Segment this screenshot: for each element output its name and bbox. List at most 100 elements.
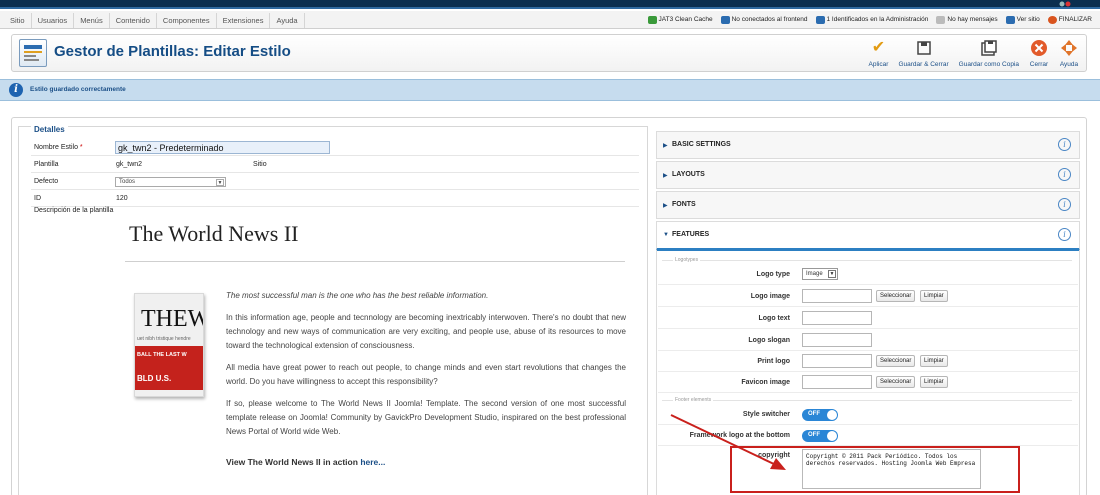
broom-icon [647,15,657,24]
check-icon: ✔ [871,39,886,56]
caret-right-icon: ▶ [663,203,668,209]
close-icon [1029,38,1049,58]
admin-menubar: Sitio Usuarios Menús Contenido Component… [0,11,1100,29]
details-legend: Detalles [31,125,68,134]
help-button[interactable]: Ayuda [1054,38,1084,68]
article-paragraph-1: The most successful man is the one who h… [226,291,489,300]
logo-text-row: Logo text [658,308,1078,329]
info-icon[interactable]: i [1058,198,1071,211]
menu-menus[interactable]: Menús [74,13,110,28]
default-label: Defecto [34,178,59,185]
panel-features[interactable]: ▼ FEATURES i [656,221,1080,251]
group-footer-label: Footer elements [673,397,714,403]
message-text: Estilo guardado correctamente [30,86,126,93]
default-select[interactable]: Todos ▼ [115,177,226,187]
menu-contenido[interactable]: Contenido [110,13,157,28]
logo-image-clear-button[interactable]: Limpiar [920,290,948,302]
status-admin-users: 1 Identificados en la Administración [815,14,928,25]
status-frontend-users: No conectados al frontend [720,14,808,25]
template-row: Plantilla gk_twn2 [31,157,639,173]
template-client: Sitio [253,161,267,168]
article-paragraph-4: If so, please welcome to The World News … [226,399,626,436]
style-switcher-toggle[interactable]: OFF [802,409,838,421]
status-bar: JAT3 Clean Cache No conectados al fronte… [647,14,1092,25]
panel-fonts[interactable]: ▶ FONTS i [656,191,1080,219]
template-manager-icon [19,39,47,67]
chevron-down-icon: ▼ [828,270,836,278]
style-name-label: Nombre Estilo * [34,144,83,151]
info-icon[interactable]: i [1058,168,1071,181]
page-title: Gestor de Plantillas: Editar Estilo [54,43,291,60]
print-logo-input[interactable] [802,354,872,368]
logo-type-select[interactable]: Image ▼ [802,268,838,280]
template-value: gk_twn2 [116,161,143,168]
id-label: ID [34,195,41,202]
logo-text-input[interactable] [802,311,872,325]
logo-image-select-button[interactable]: Seleccionar [876,290,916,302]
logo-image-input[interactable] [802,289,872,303]
menu-ayuda[interactable]: Ayuda [270,13,305,28]
panel-layouts[interactable]: ▶ LAYOUTS i [656,161,1080,189]
logo-slogan-row: Logo slogan [658,330,1078,351]
save-copy-button[interactable]: Guardar como Copia [954,38,1024,68]
logo-image-row: Logo image Seleccionar Limpiar [658,286,1078,307]
highlight-box [730,446,1020,493]
menu-sitio[interactable]: Sitio [4,13,32,28]
main-menu: Sitio Usuarios Menús Contenido Component… [4,13,305,28]
id-row: ID 120 [31,191,639,207]
status-view-site[interactable]: Ver sitio [1005,14,1040,25]
save-copy-icon [979,38,999,58]
template-thumbnail: THEW uet nibh tristique hendre BALL THE … [134,293,204,397]
power-icon [1047,15,1057,24]
save-close-icon [914,38,934,58]
close-button[interactable]: Cerrar [1024,38,1054,68]
favicon-clear-button[interactable]: Limpiar [920,376,948,388]
apply-button[interactable]: ✔ Aplicar [863,38,893,68]
info-icon[interactable]: i [1058,228,1071,241]
group-logotypes-label: Logotypes [673,257,701,263]
page-toolbar: Gestor de Plantillas: Editar Estilo ✔ Ap… [11,34,1087,72]
id-value: 120 [116,195,128,202]
view-in-action: View The World News II in action here... [226,457,386,467]
article-divider [125,261,625,262]
menu-componentes[interactable]: Componentes [157,13,217,28]
status-clean-cache[interactable]: JAT3 Clean Cache [647,14,713,25]
caret-down-icon: ▼ [663,232,669,238]
logo-slogan-input[interactable] [802,333,872,347]
status-dots-icon [1059,1,1071,7]
system-message: i Estilo guardado correctamente [0,79,1100,101]
info-icon: i [9,83,23,97]
users-icon [815,15,825,24]
panel-basic-settings[interactable]: ▶ BASIC SETTINGS i [656,131,1080,159]
logo-type-row: Logo type Image ▼ [658,264,1078,285]
article-title: The World News II [129,221,299,246]
menu-usuarios[interactable]: Usuarios [32,13,75,28]
info-icon[interactable]: i [1058,138,1071,151]
favicon-row: Favicon image Seleccionar Limpiar [658,372,1078,393]
framework-logo-toggle[interactable]: OFF [802,430,838,442]
print-logo-select-button[interactable]: Seleccionar [876,355,916,367]
framework-logo-row: Framework logo at the bottom OFF [658,425,1078,446]
print-logo-clear-button[interactable]: Limpiar [920,355,948,367]
status-logout[interactable]: FINALIZAR [1047,14,1092,25]
print-logo-row: Print logo Seleccionar Limpiar [658,351,1078,372]
template-label: Plantilla [34,161,59,168]
mail-icon [936,15,946,24]
help-arrows-icon [1059,38,1079,58]
chevron-down-icon: ▼ [216,179,224,186]
article-paragraph-3: All media have great power to reach out … [226,363,626,386]
menu-extensiones[interactable]: Extensiones [217,13,271,28]
style-name-input[interactable] [115,141,330,154]
description-label: Descripción de la plantilla [34,207,114,214]
favicon-select-button[interactable]: Seleccionar [876,376,916,388]
view-here-link[interactable]: here... [360,457,385,467]
style-switcher-row: Style switcher OFF [658,404,1078,425]
toolbar-buttons: ✔ Aplicar Guardar & Cerrar Guardar como … [863,38,1084,68]
status-messages[interactable]: No hay mensajes [936,14,998,25]
save-close-button[interactable]: Guardar & Cerrar [893,38,953,68]
caret-right-icon: ▶ [663,143,668,149]
caret-right-icon: ▶ [663,173,668,179]
monitor-icon [1005,15,1015,24]
article-paragraph-2: In this information age, people and tecn… [226,313,626,350]
favicon-input[interactable] [802,375,872,389]
